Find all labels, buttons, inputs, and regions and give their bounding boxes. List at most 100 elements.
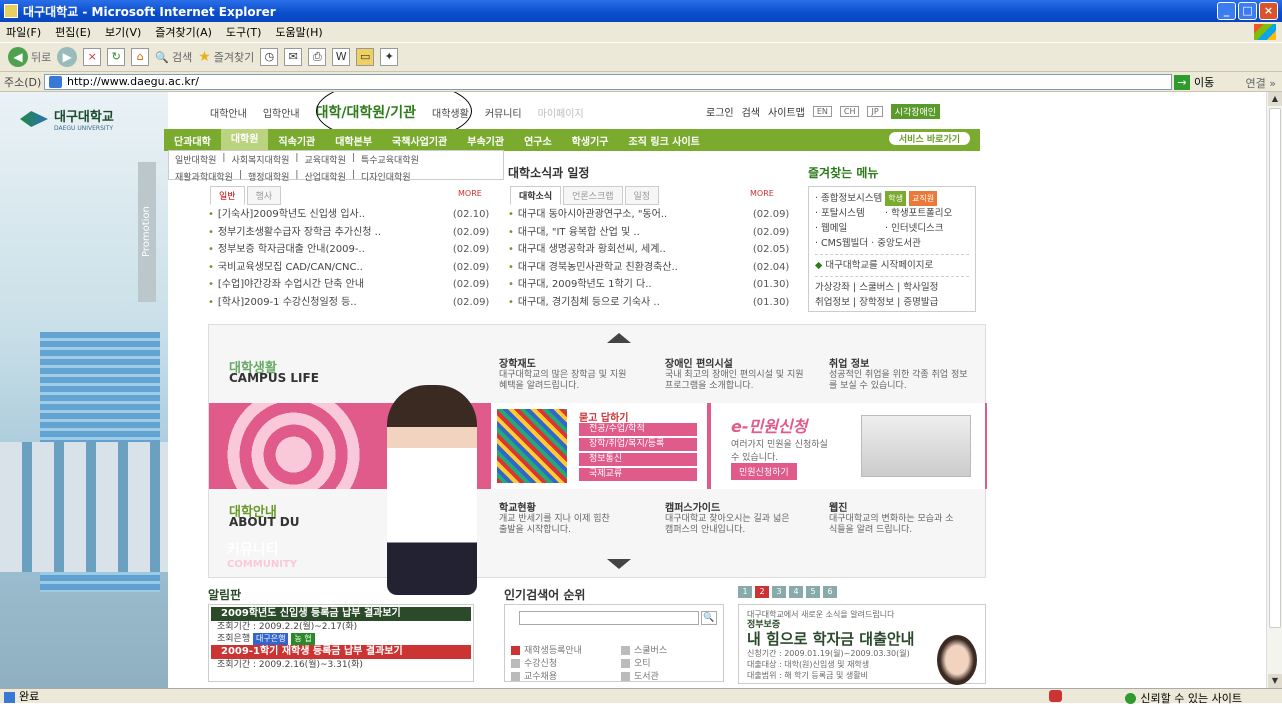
subnav-hq[interactable]: 대학본부 [325,133,382,148]
lang-ch[interactable]: CH [839,106,860,117]
scroll-thumb[interactable] [1269,108,1281,628]
gnav-about[interactable]: 대학안내 [210,105,247,120]
lang-en[interactable]: EN [812,106,832,117]
subnav-college[interactable]: 단과대학 [164,133,221,148]
favorites-button[interactable]: ★ 즐겨찾기 [198,49,254,65]
list-item[interactable]: • [기숙사]2009학년도 신입생 입사.. (02.10) [208,206,489,224]
rank-item[interactable]: 재학생등록안내 [511,645,621,658]
scholarship-item[interactable]: 장학재도 대구대학교의 많은 장학금 및 지원혜택을 알려드립니다. [499,359,629,392]
list-item[interactable]: • [학사]2009-1 수강신청일정 등.. (02.09) [208,294,489,312]
address-input[interactable]: http://www.daegu.ac.kr/ [44,74,1172,90]
board-link-2[interactable]: 2009-1학기 재학생 등록금 납부 결과보기 [211,645,471,659]
tab-event[interactable]: 행사 [246,186,282,205]
site-logo[interactable]: 대구대학교 DAEGU UNIVERSITY [20,106,114,132]
page-button[interactable]: 4 [789,586,803,598]
subnav-links[interactable]: 조직 링크 사이트 [618,133,709,148]
gnav-mypage[interactable]: 마이페이지 [538,105,584,120]
search-icon[interactable]: 🔍 [701,611,717,625]
page-button[interactable]: 5 [806,586,820,598]
menu-favorites[interactable]: 즐겨찾기(A) [155,24,212,40]
page-button[interactable]: 6 [823,586,837,598]
campus-guide-item[interactable]: 캠퍼스가이드 대구대학교 찾아오시는 길과 넓은 캠퍼스의 안내입니다. [665,503,795,536]
gnav-community[interactable]: 커뮤니티 [485,105,522,120]
qna-button[interactable]: 국제교류 [579,468,697,481]
news-more-link[interactable]: MORE [750,189,774,198]
submenu-item[interactable]: 행정대학원 [248,170,289,183]
fav-bottom-links[interactable]: 가상강좌 | 스쿨버스 | 학사일정 [815,280,969,295]
fav-link[interactable]: 학생포트폴리오 [891,208,952,219]
menu-view[interactable]: 보기(V) [105,24,141,40]
rank-item[interactable]: 교수채용 [511,671,621,684]
submenu-item[interactable]: 사회복지대학원 [231,153,289,166]
rank-item[interactable]: 도서관 [621,671,721,684]
menu-file[interactable]: 파일(F) [6,24,41,40]
subnav-affiliated[interactable]: 부속기관 [457,133,514,148]
loan-box[interactable]: 대구대학교에서 새로운 소식을 알려드립니다 정부보증 내 힘으로 학자금 대출… [738,604,986,685]
fav-tag-student[interactable]: 학생 [885,191,906,206]
maximize-button[interactable]: □ [1238,2,1257,20]
subnav-national[interactable]: 국책사업기관 [382,133,457,148]
fav-link[interactable]: 인터넷디스크 [891,223,943,234]
tab-news[interactable]: 대학소식 [510,186,562,205]
login-link[interactable]: 로그인 [706,104,734,119]
rank-item[interactable]: 수강신청 [511,658,621,671]
history-icon[interactable]: ◷ [260,48,279,66]
home-icon[interactable]: ⌂ [131,48,150,66]
accessibility-link[interactable]: 시각장애인 [890,104,941,119]
list-item[interactable]: • 대구대, 2009학년도 1학기 다.. (01.30) [508,276,789,294]
folder-icon[interactable]: ▭ [356,48,375,66]
page-button[interactable]: 1 [738,586,752,598]
links-button[interactable]: 연결 » [1246,75,1276,91]
minwon-button[interactable]: 민원신청하기 [731,463,797,480]
bank-nh-button[interactable]: 농 협 [291,633,315,645]
webzine-item[interactable]: 웹진 대구대학교의 변화하는 모습과 소식들을 알려 드립니다. [829,503,959,536]
minimize-button[interactable]: _ [1217,2,1236,20]
sitemap-link[interactable]: 사이트맵 [768,104,805,119]
bank-daegu-button[interactable]: 대구은행 [253,633,289,645]
lang-jp[interactable]: JP [867,106,883,117]
list-item[interactable]: • 국비교육생모집 CAD/CAN/CNC.. (02.09) [208,259,489,277]
tab-schedule[interactable]: 일정 [624,186,660,205]
search-input[interactable] [519,611,699,625]
board-link-1[interactable]: 2009학년도 신입생 등록금 납부 결과보기 [211,607,471,621]
gnav-admission[interactable]: 입학안내 [263,105,300,120]
scroll-up-arrow-icon[interactable] [607,333,631,343]
submenu-item[interactable]: 교육대학원 [304,153,345,166]
list-item[interactable]: • 정부기초생활수급자 장학금 추가신청 .. (02.09) [208,224,489,242]
fav-link[interactable]: 중앙도서관 [877,238,921,249]
list-item[interactable]: • 대구대 경북농민사관학교 친환경축산.. (02.04) [508,259,789,277]
scroll-up-icon[interactable]: ▲ [1268,92,1282,106]
list-item[interactable]: • 정부보증 학자금대출 안내(2009-.. (02.09) [208,241,489,259]
page-button[interactable]: 2 [755,586,769,598]
search-button[interactable]: 🔍 검색 [155,49,192,65]
subnav-research[interactable]: 연구소 [514,133,562,148]
scroll-down-icon[interactable]: ▼ [1268,674,1282,688]
submenu-item[interactable]: 일반대학원 [175,153,216,166]
go-button[interactable]: → 이동 [1174,74,1214,90]
menu-tools[interactable]: 도구(T) [226,24,262,40]
mail-icon[interactable]: ✉ [284,48,303,66]
tab-press[interactable]: 언론스크랩 [563,186,623,205]
list-item[interactable]: • [수업]야간강좌 수업시간 단축 안내 (02.09) [208,276,489,294]
print-icon[interactable]: ⎙ [308,48,327,66]
list-item[interactable]: • 대구대 생명공학과 황회선씨, 세계.. (02.05) [508,241,789,259]
subnav-student[interactable]: 학생기구 [562,133,619,148]
status-item[interactable]: 학교현황 개교 반세기를 지나 이제 힘찬 출발을 시작합니다. [499,503,619,536]
start-page-link[interactable]: 대구대학교를 시작페이지로 [825,260,933,271]
stop-icon[interactable]: × [83,48,102,66]
list-item[interactable]: • 대구대 동아시아관광연구소, "동어.. (02.09) [508,206,789,224]
list-item[interactable]: • 대구대, 경기침체 등으로 기숙사 .. (01.30) [508,294,789,312]
search-link[interactable]: 검색 [742,104,760,119]
submenu-item[interactable]: 산업대학원 [304,170,345,183]
notice-more-link[interactable]: MORE [458,189,482,198]
menu-edit[interactable]: 편집(E) [55,24,91,40]
list-item[interactable]: • 대구대, "IT 융복합 산업 및 .. (02.09) [508,224,789,242]
qna-button[interactable]: 장학/취업/복지/등록 [579,438,697,451]
page-button[interactable]: 3 [772,586,786,598]
submenu-item[interactable]: 재활과학대학원 [175,170,233,183]
fav-tag-staff[interactable]: 교직원 [909,191,938,206]
fav-link[interactable]: 종합정보시스템 [821,193,882,204]
fav-link[interactable]: 포탈시스템 [821,206,885,221]
qna-button[interactable]: 전공/수업/학적 [579,423,697,436]
fav-bottom-links-2[interactable]: 취업정보 | 장학정보 | 증명발급 [815,295,969,310]
